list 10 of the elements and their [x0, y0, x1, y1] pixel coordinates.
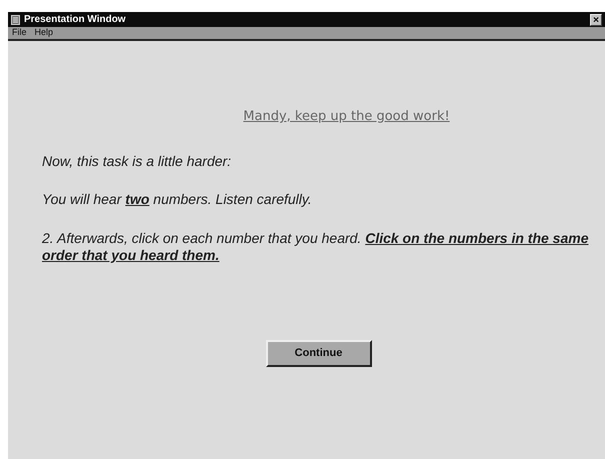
instruction-text: You will hear two numbers. Listen carefully.: [42, 191, 313, 208]
window-title: Presentation Window: [24, 13, 126, 27]
menu-item[interactable]: File: [12, 26, 27, 40]
close-button[interactable]: ×: [590, 14, 602, 26]
instruction-text: Now, this task is a little harder:: [42, 152, 232, 170]
menu-item[interactable]: Help: [34, 26, 54, 40]
continue-button[interactable]: Continue: [266, 340, 372, 367]
heading: Mandy, keep up the good work!: [242, 108, 451, 126]
instruction-text: 2. Afterwards, click on each number that you heard. Click on the numbers in the same order that you heard them.: [42, 230, 590, 264]
window-icon: [11, 14, 20, 24]
